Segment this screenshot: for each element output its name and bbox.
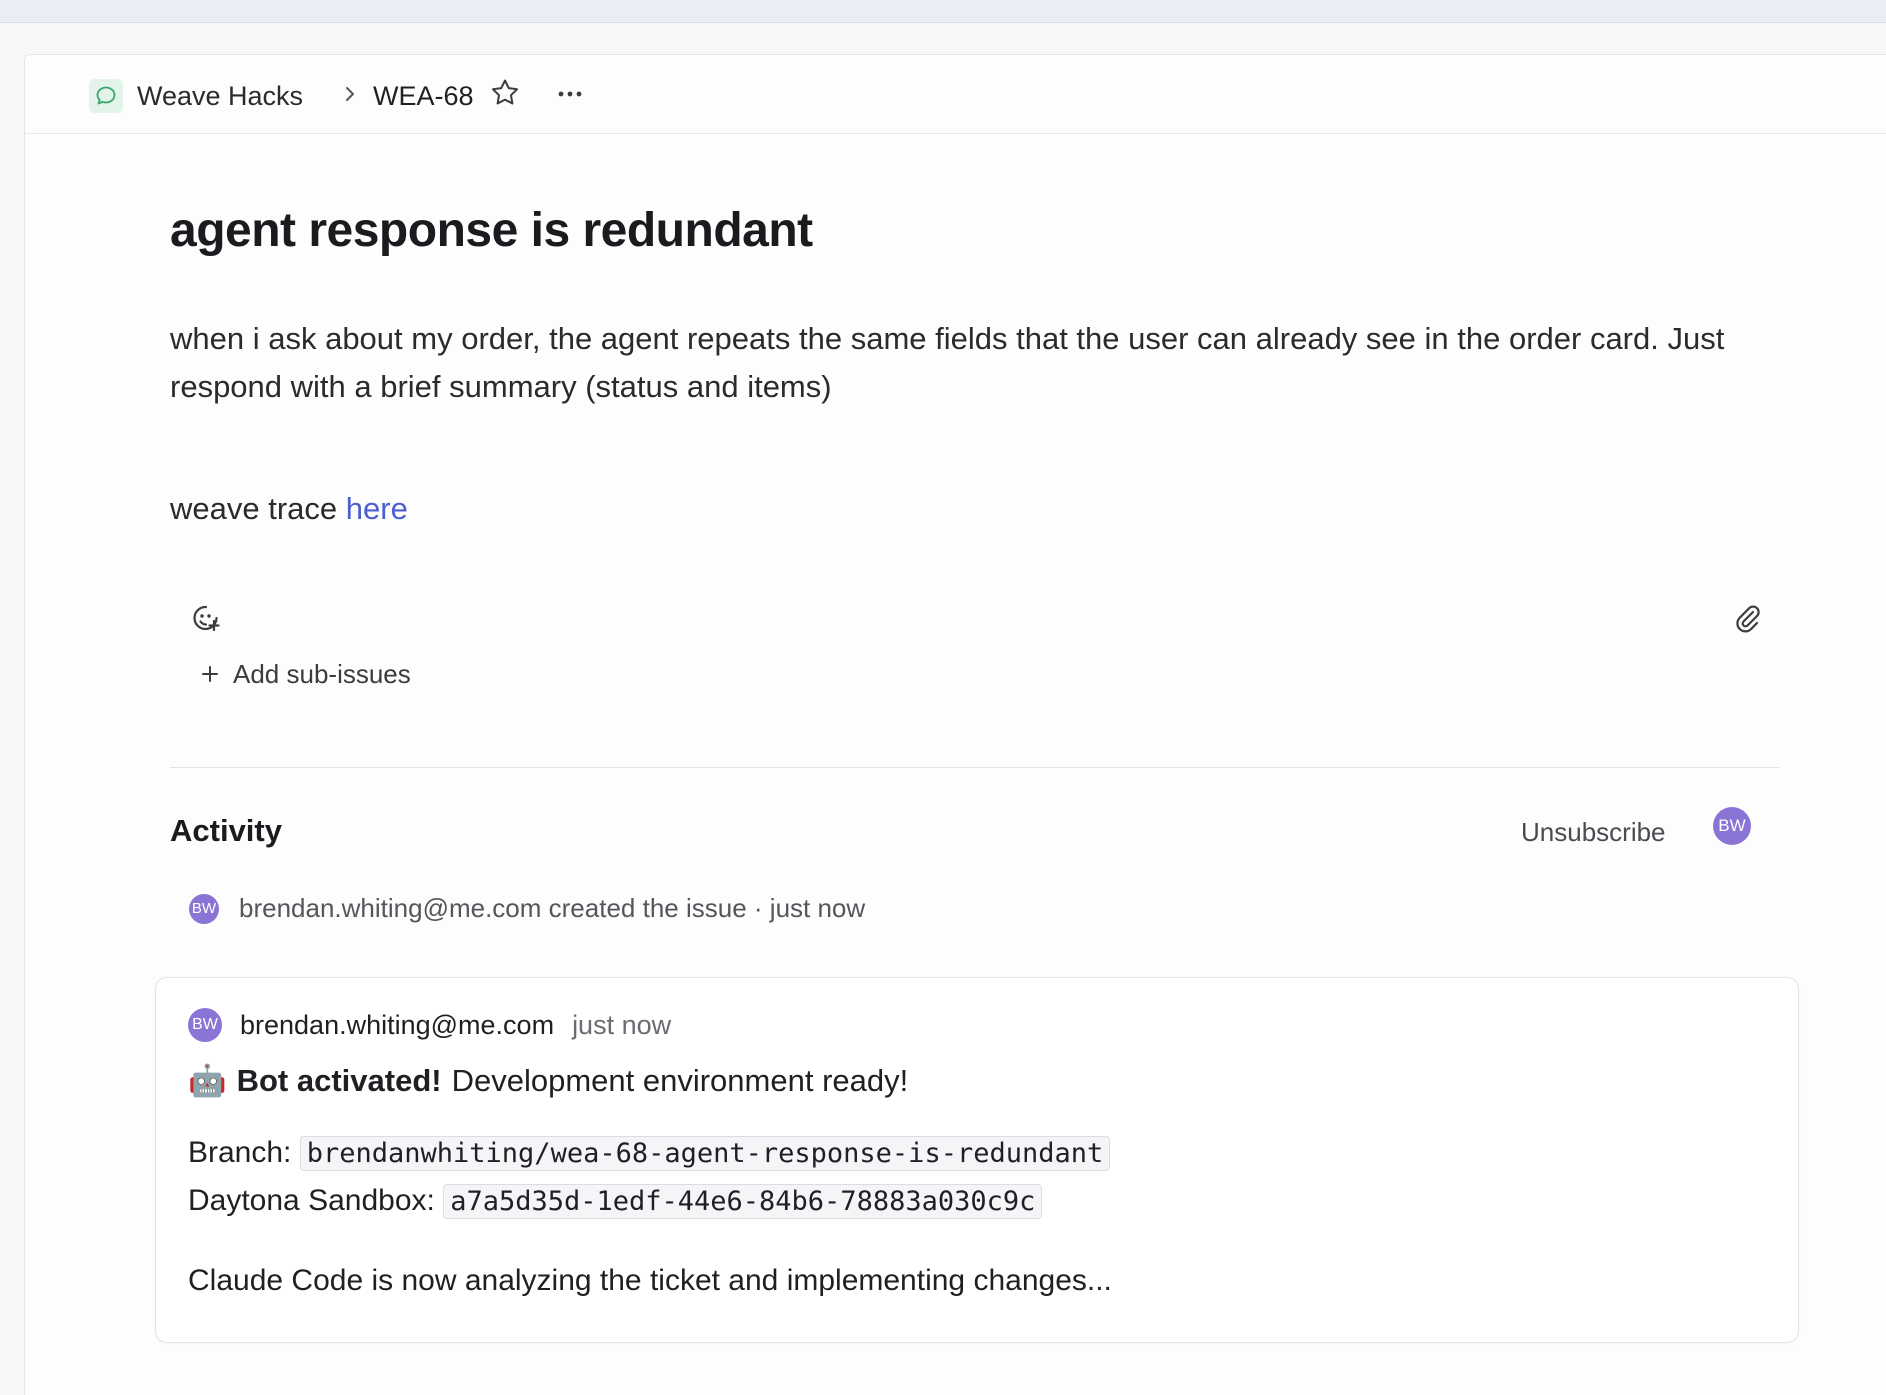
issue-header: Weave Hacks WEA-68 bbox=[25, 55, 1886, 134]
avatar[interactable]: BW bbox=[188, 1008, 222, 1042]
add-sub-issues-button[interactable]: Add sub-issues bbox=[201, 659, 411, 690]
breadcrumb-issue-id[interactable]: WEA-68 bbox=[373, 81, 474, 112]
issue-title[interactable]: agent response is redundant bbox=[170, 203, 813, 258]
chevron-right-icon bbox=[343, 79, 357, 114]
bot-ready-text: Development environment ready! bbox=[451, 1062, 909, 1098]
branch-code: brendanwhiting/wea-68-agent-response-is-… bbox=[299, 1136, 1111, 1171]
event-time: · just now bbox=[753, 893, 866, 923]
comment-card: BW brendan.whiting@me.com just now 🤖 Bot… bbox=[155, 977, 1799, 1343]
star-icon[interactable] bbox=[489, 77, 521, 114]
trace-line: weave trace here bbox=[170, 491, 408, 527]
unsubscribe-button[interactable]: Unsubscribe bbox=[1521, 817, 1666, 848]
comment-author[interactable]: brendan.whiting@me.com bbox=[240, 1010, 554, 1041]
breadcrumb-team[interactable]: Weave Hacks bbox=[137, 81, 303, 112]
paperclip-icon[interactable] bbox=[1729, 601, 1763, 640]
sandbox-line: Daytona Sandbox: a7a5d35d-1edf-44e6-84b6… bbox=[188, 1184, 1043, 1219]
trace-link[interactable]: here bbox=[346, 491, 408, 526]
activity-heading: Activity bbox=[170, 813, 282, 848]
plus-icon bbox=[201, 659, 219, 690]
section-divider bbox=[170, 767, 1780, 768]
bot-status-line: 🤖 Bot activated! Development environment… bbox=[188, 1062, 908, 1099]
emoji-add-icon[interactable] bbox=[189, 601, 223, 640]
comment-time[interactable]: just now bbox=[572, 1010, 671, 1041]
avatar: BW bbox=[189, 893, 219, 924]
ellipsis-icon[interactable] bbox=[555, 79, 585, 114]
chat-bubble-icon[interactable] bbox=[89, 79, 123, 113]
bot-activated-text: Bot activated! bbox=[236, 1062, 442, 1098]
branch-label: Branch: bbox=[188, 1136, 292, 1169]
sandbox-label: Daytona Sandbox: bbox=[188, 1184, 435, 1217]
issue-panel: Weave Hacks WEA-68 agent response is red… bbox=[24, 54, 1886, 1395]
issue-description[interactable]: when i ask about my order, the agent rep… bbox=[170, 315, 1790, 411]
trace-prefix: weave trace bbox=[170, 491, 338, 526]
analysis-status: Claude Code is now analyzing the ticket … bbox=[188, 1264, 1112, 1297]
browser-top-strip bbox=[0, 0, 1886, 23]
branch-line: Branch: brendanwhiting/wea-68-agent-resp… bbox=[188, 1136, 1111, 1171]
sandbox-code: a7a5d35d-1edf-44e6-84b6-78883a030c9c bbox=[443, 1184, 1043, 1219]
event-text: brendan.whiting@me.com created the issue… bbox=[239, 893, 865, 924]
comment-header: BW brendan.whiting@me.com just now bbox=[188, 1008, 671, 1042]
robot-icon: 🤖 bbox=[188, 1063, 227, 1098]
add-sub-issues-label: Add sub-issues bbox=[233, 659, 411, 689]
activity-event: BW brendan.whiting@me.com created the is… bbox=[189, 893, 865, 924]
avatar[interactable]: BW bbox=[1713, 807, 1751, 845]
event-description: brendan.whiting@me.com created the issue bbox=[239, 893, 747, 923]
